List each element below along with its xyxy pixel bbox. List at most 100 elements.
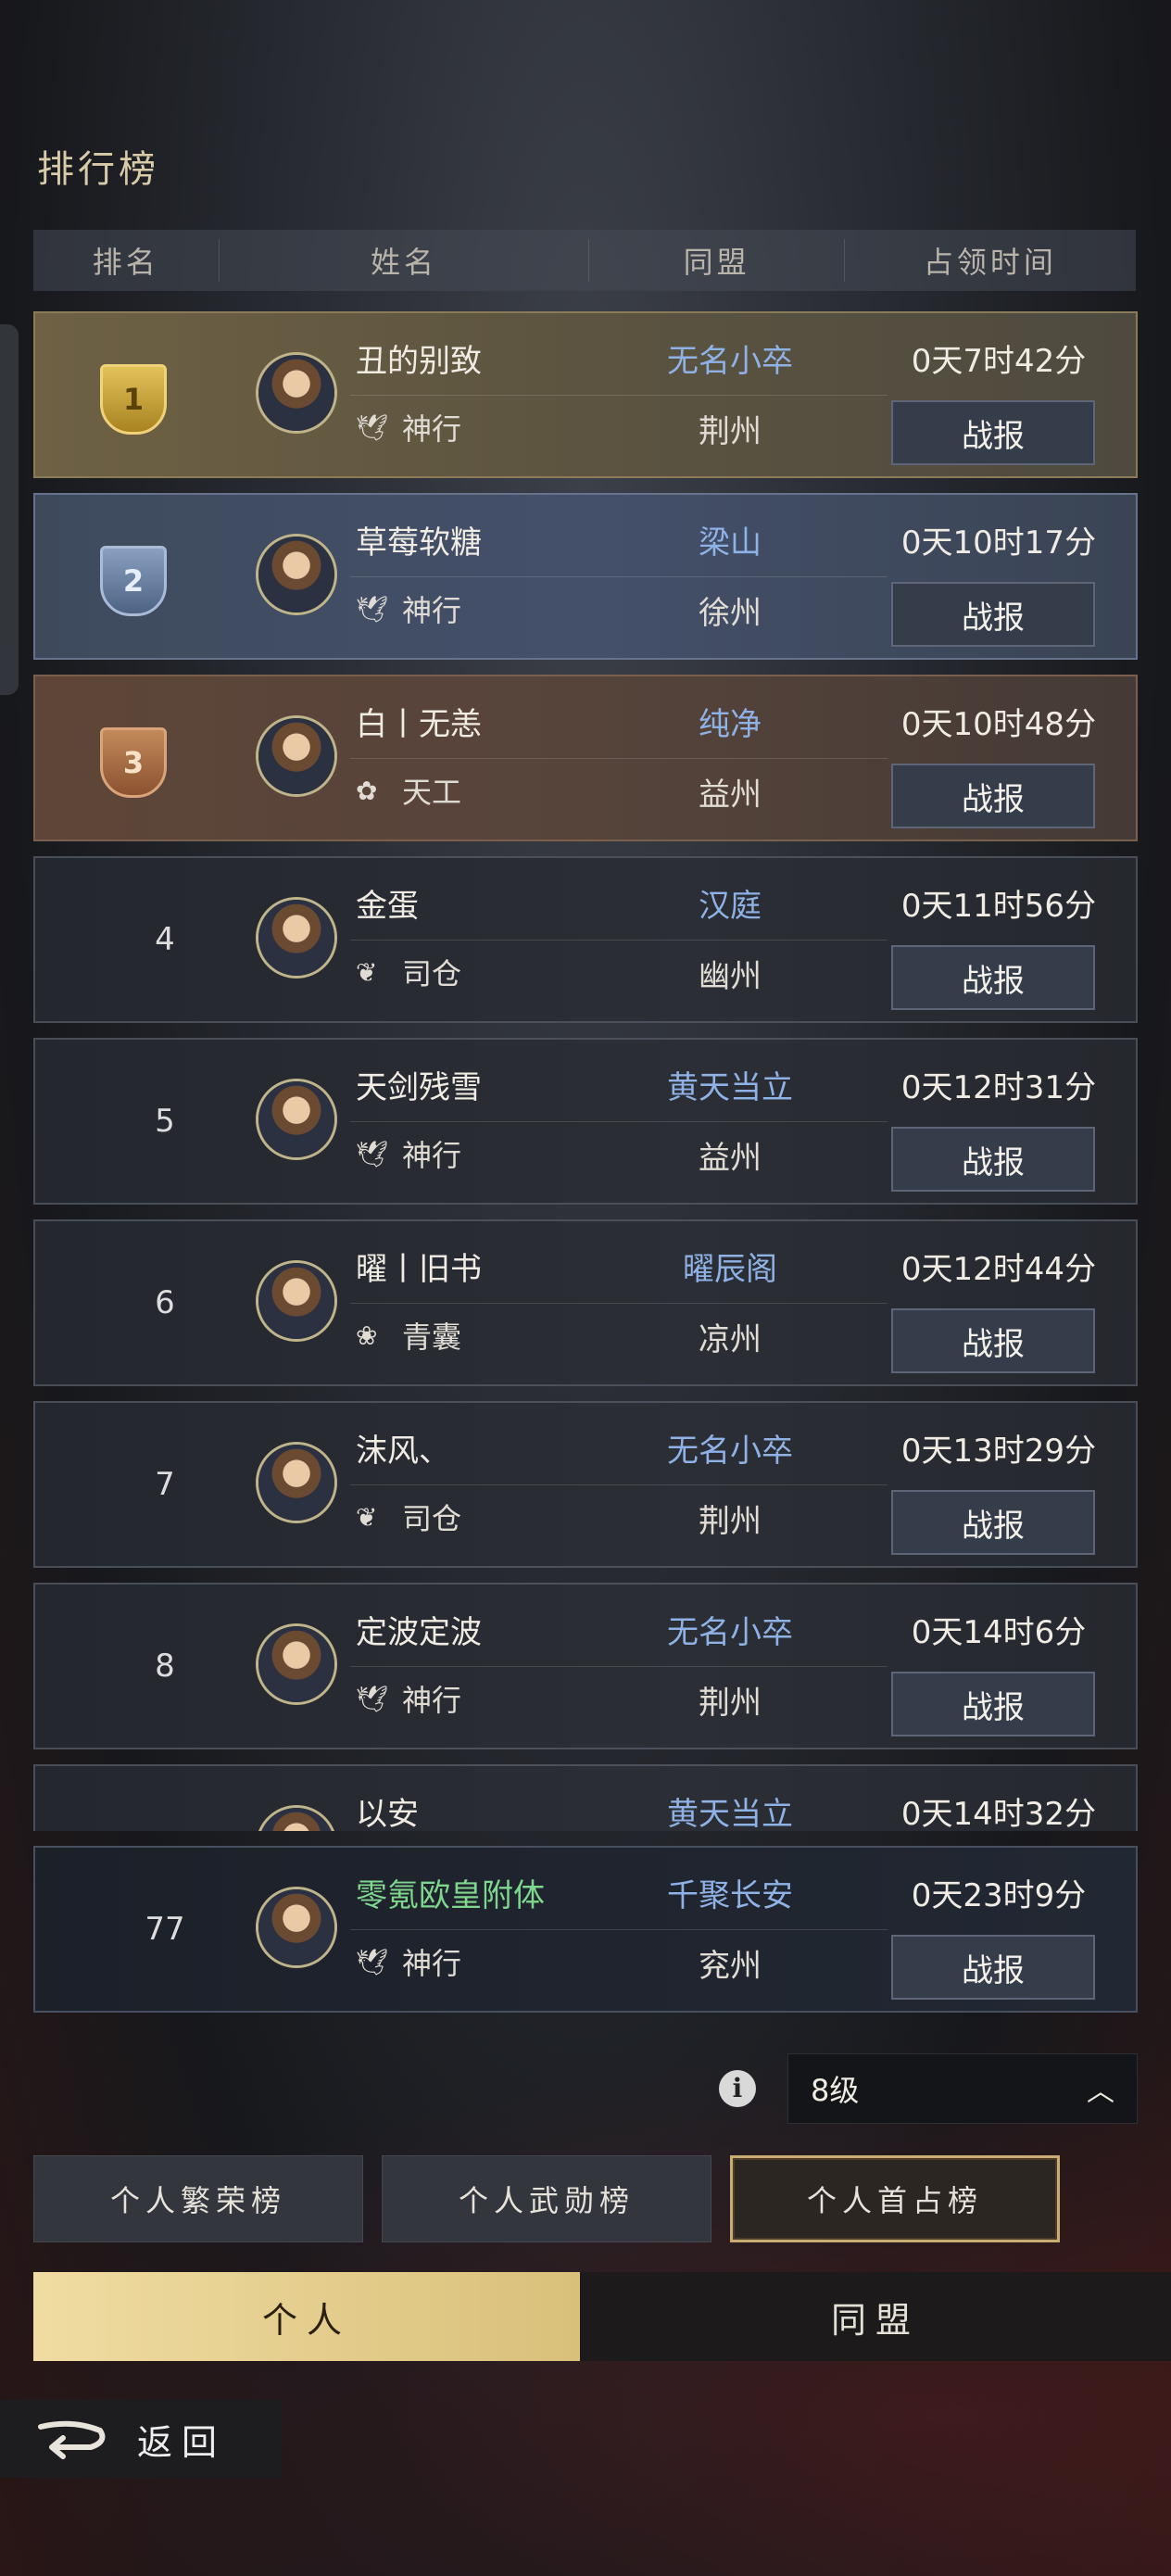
alliance-name[interactable]: 黄天当立 xyxy=(628,1062,832,1107)
bird-icon: 🕊 xyxy=(356,411,389,443)
grain-icon: ❦ xyxy=(356,956,378,988)
tab-prosperity[interactable]: 个人繁荣榜 xyxy=(33,2155,363,2242)
alliance-name[interactable]: 无名小卒 xyxy=(628,1607,832,1652)
ranking-type-tabs: 个人繁荣榜 个人武勋榜 个人首占榜 xyxy=(33,2155,1062,2244)
role-label: 司仓 xyxy=(402,956,462,991)
tab-personal[interactable]: 个人 xyxy=(33,2272,580,2361)
row-divider xyxy=(350,1121,888,1122)
role-label: 天工 xyxy=(402,775,462,810)
rank-number: 9 xyxy=(91,1766,239,1831)
battle-report-button[interactable]: 战报 xyxy=(891,1490,1095,1555)
occupy-time: 0天12时44分 xyxy=(900,1251,1097,1288)
player-name: 曜丨旧书 xyxy=(356,1251,482,1288)
table-header: 排名 姓名 同盟 占领时间 xyxy=(33,230,1136,291)
player-role: ❦ 司仓 xyxy=(356,1496,461,1538)
info-icon[interactable]: i xyxy=(719,2070,756,2107)
gear-swirl-icon: ✿ xyxy=(356,775,378,806)
player-name: 丑的别致 xyxy=(356,343,482,380)
player-name: 沫风、 xyxy=(356,1433,450,1470)
battle-report-button[interactable]: 战报 xyxy=(891,1672,1095,1736)
player-role: ❀ 青囊 xyxy=(356,1314,461,1357)
battle-report-button[interactable]: 战报 xyxy=(891,1127,1095,1192)
chevron-up-icon: ︿ xyxy=(1087,2076,1114,2108)
role-label: 神行 xyxy=(402,593,462,628)
avatar[interactable] xyxy=(256,352,337,434)
rank-badge-icon: 2 xyxy=(100,546,167,616)
alliance-name[interactable]: 曜辰阁 xyxy=(628,1244,832,1289)
alliance-name[interactable]: 梁山 xyxy=(628,517,832,562)
avatar[interactable] xyxy=(256,897,337,979)
occupy-time: 0天10时48分 xyxy=(900,706,1097,743)
player-role: ❦ 司仓 xyxy=(356,951,461,993)
region-name: 荆州 xyxy=(699,1685,762,1722)
occupy-time: 0天7时42分 xyxy=(911,343,1087,380)
avatar[interactable] xyxy=(256,1260,337,1342)
role-label: 司仓 xyxy=(402,1501,462,1536)
player-name: 白丨无恙 xyxy=(356,706,482,743)
alliance-name[interactable]: 无名小卒 xyxy=(628,1425,832,1471)
player-name: 草莓软糖 xyxy=(356,524,482,562)
tab-first-occupation[interactable]: 个人首占榜 xyxy=(730,2155,1060,2242)
avatar[interactable] xyxy=(256,1623,337,1705)
tab-alliance[interactable]: 同盟 xyxy=(580,2272,1171,2361)
alliance-name[interactable]: 汉庭 xyxy=(628,880,832,926)
role-label: 神行 xyxy=(402,1946,462,1981)
rank-badge-icon: 1 xyxy=(100,364,167,435)
back-arrow-icon xyxy=(35,2418,109,2460)
tab-military-merit[interactable]: 个人武勋榜 xyxy=(382,2155,711,2242)
avatar[interactable] xyxy=(256,1887,337,1968)
battle-report-button[interactable]: 战报 xyxy=(891,582,1095,647)
scope-tabs: 个人 同盟 xyxy=(33,2272,1171,2361)
battle-report-button[interactable]: 战报 xyxy=(891,1935,1095,2000)
lotus-icon: ❀ xyxy=(356,1320,378,1351)
header-time: 占领时间 xyxy=(923,245,1057,280)
side-drawer-handle[interactable] xyxy=(0,324,19,695)
player-role: ✿ 天工 xyxy=(356,769,461,812)
header-alliance: 同盟 xyxy=(589,239,845,282)
alliance-name[interactable]: 纯净 xyxy=(628,699,832,744)
avatar[interactable] xyxy=(256,1442,337,1523)
level-value: 8级 xyxy=(811,2073,860,2108)
battle-report-button[interactable]: 战报 xyxy=(891,400,1095,465)
role-label: 神行 xyxy=(402,1138,462,1173)
player-role: 🕊 神行 xyxy=(356,587,461,630)
header-rank: 排名 xyxy=(92,245,159,280)
row-divider xyxy=(350,1929,888,1930)
battle-report-button[interactable]: 战报 xyxy=(891,1308,1095,1373)
battle-report-button[interactable]: 战报 xyxy=(891,945,1095,1010)
bird-icon: 🕊 xyxy=(356,1683,389,1714)
alliance-name[interactable]: 无名小卒 xyxy=(628,335,832,381)
avatar[interactable] xyxy=(256,1079,337,1160)
avatar[interactable] xyxy=(256,1805,337,1831)
avatar[interactable] xyxy=(256,534,337,615)
player-role: 🕊 神行 xyxy=(356,1132,461,1175)
role-label: 神行 xyxy=(402,1683,462,1718)
level-dropdown[interactable]: 8级 ︿ xyxy=(787,2053,1138,2124)
occupy-time: 0天13时29分 xyxy=(900,1433,1097,1470)
region-name: 徐州 xyxy=(699,595,762,632)
my-rank-row: 77 零氪欧皇附体 🕊 神行 千聚长安 兖州 0天23时9分 战报 xyxy=(33,1846,1138,2013)
rank-number: 7 xyxy=(155,1466,175,1503)
occupy-time: 0天14时6分 xyxy=(911,1614,1087,1651)
table-row: 8 定波定波 🕊 神行 无名小卒 荆州 0天14时6分 战报 xyxy=(33,1583,1138,1749)
alliance-name[interactable]: 千聚长安 xyxy=(628,1870,832,1915)
player-name: 零氪欧皇附体 xyxy=(356,1877,545,1914)
rank-number: 77 xyxy=(145,1911,185,1948)
table-row: 7 沫风、 ❦ 司仓 无名小卒 荆州 0天13时29分 战报 xyxy=(33,1401,1138,1568)
back-button[interactable]: 返回 xyxy=(0,2400,282,2478)
region-name: 荆州 xyxy=(699,413,762,450)
header-name: 姓名 xyxy=(218,239,590,282)
table-row: 4 金蛋 ❦ 司仓 汉庭 幽州 0天11时56分 战报 xyxy=(33,856,1138,1023)
row-divider xyxy=(350,940,888,941)
ranking-list[interactable]: 1 丑的别致 🕊 神行 无名小卒 荆州 0天7时42分 战报 2 草莓软糖 🕊 … xyxy=(33,311,1140,1831)
back-label: 返回 xyxy=(137,2421,227,2463)
table-row: 9 以安 黄天当立 0天14时32分 xyxy=(33,1764,1138,1831)
battle-report-button[interactable]: 战报 xyxy=(891,764,1095,828)
role-label: 神行 xyxy=(402,411,462,447)
alliance-name[interactable]: 黄天当立 xyxy=(628,1788,832,1831)
player-role: 🕊 神行 xyxy=(356,1677,461,1720)
row-divider xyxy=(350,576,888,577)
bird-icon: 🕊 xyxy=(356,1138,389,1169)
row-divider xyxy=(350,758,888,759)
avatar[interactable] xyxy=(256,715,337,797)
